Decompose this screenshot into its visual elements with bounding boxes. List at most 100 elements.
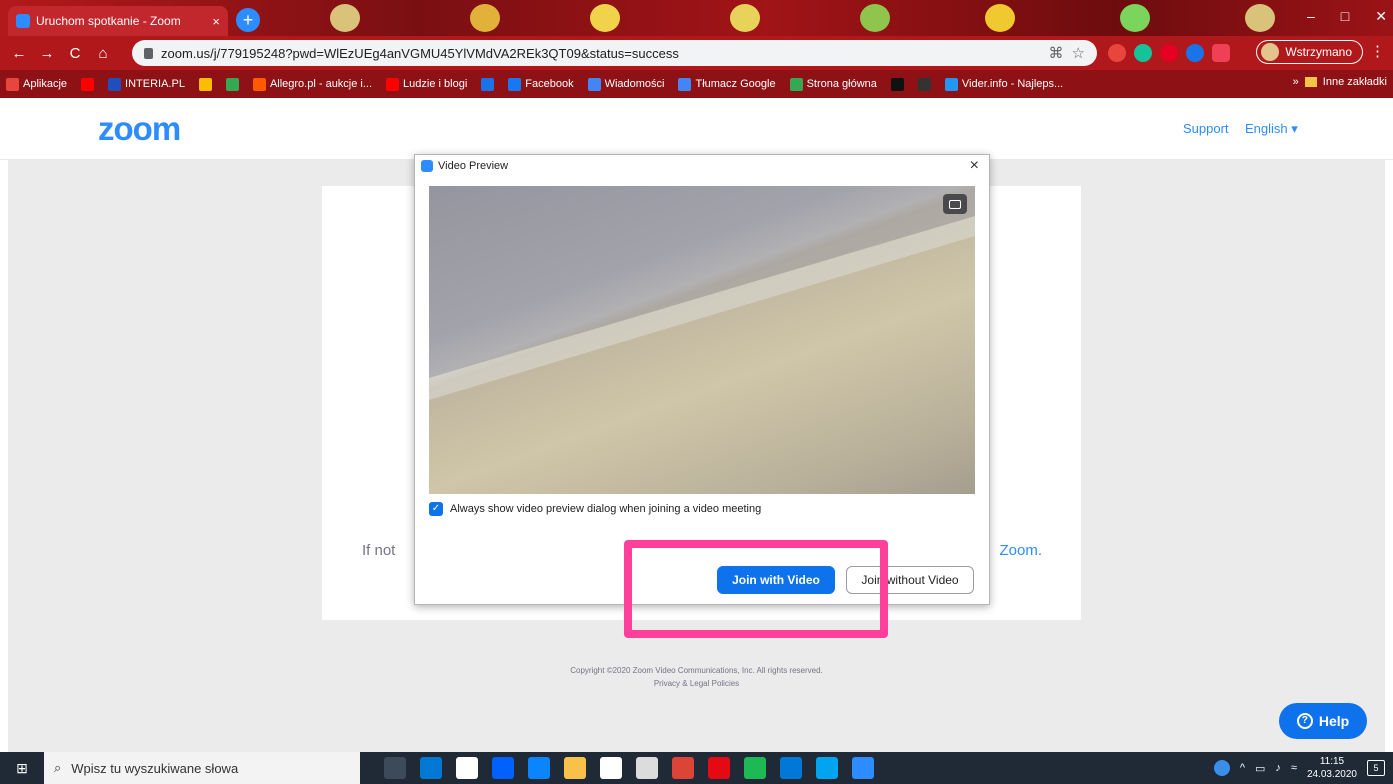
dialog-titlebar: Video Preview xyxy=(421,160,508,172)
url-text[interactable]: zoom.us/j/779195248?pwd=WlEzUEg4anVGMU45… xyxy=(161,46,1041,61)
tab-close-icon[interactable]: × xyxy=(212,14,220,29)
edge-taskbar-icon[interactable] xyxy=(780,757,802,779)
clock-date: 24.03.2020 xyxy=(1306,769,1357,780)
minimize-button[interactable]: ‒ xyxy=(1307,8,1315,25)
theme-decoration-icon xyxy=(985,4,1015,32)
always-show-checkbox[interactable]: ✓ xyxy=(429,502,443,516)
browser-tab[interactable]: Uruchom spotkanie - Zoom × xyxy=(8,6,228,36)
dialog-title: Video Preview xyxy=(438,160,509,172)
clock[interactable]: 11:15 24.03.2020 xyxy=(1307,755,1357,781)
bookmark-item[interactable]: Aplikacje xyxy=(6,77,68,91)
bookmark-item[interactable] xyxy=(890,77,904,91)
bookmark-favicon-icon xyxy=(108,77,122,91)
bookmark-item[interactable]: INTERIA.PL xyxy=(108,77,185,91)
battery-icon[interactable]: ▭ xyxy=(1255,762,1265,775)
bookmark-item[interactable]: Allegro.pl - aukcje i... xyxy=(252,77,372,91)
forward-arrow-icon[interactable]: → xyxy=(38,45,56,62)
bookmark-favicon-icon xyxy=(789,77,803,91)
bookmark-label: Aplikacje xyxy=(23,78,68,90)
bookmark-item[interactable]: Tłumacz Google xyxy=(678,77,776,91)
spotify-taskbar-icon[interactable] xyxy=(744,757,766,779)
bookmark-item[interactable]: Strona główna xyxy=(789,77,877,91)
bookmark-item[interactable]: Wiadomości xyxy=(587,77,665,91)
pinterest-extension-icon[interactable] xyxy=(1160,44,1178,62)
outlook-taskbar-icon[interactable] xyxy=(420,757,442,779)
translate-icon[interactable]: ⌘ xyxy=(1049,44,1064,62)
other-bookmarks[interactable]: Inne zakładki xyxy=(1323,76,1387,88)
home-icon[interactable]: ⌂ xyxy=(94,45,112,62)
tray-app-icon[interactable] xyxy=(1213,760,1230,776)
mail-taskbar-icon[interactable] xyxy=(528,757,550,779)
bookmark-item[interactable] xyxy=(917,77,931,91)
download-zoom-link[interactable]: Zoom. xyxy=(999,542,1042,559)
notifications-icon[interactable]: 5 xyxy=(1367,760,1385,776)
explorer-taskbar-icon[interactable] xyxy=(564,757,586,779)
bookmark-item[interactable]: Ludzie i blogi xyxy=(386,77,468,91)
bookmark-item[interactable] xyxy=(225,77,239,91)
dialog-close-icon[interactable]: × xyxy=(970,157,979,175)
folder-icon xyxy=(1304,77,1317,87)
always-show-preview-option[interactable]: ✓ Always show video preview dialog when … xyxy=(429,502,761,516)
maximize-button[interactable]: □ xyxy=(1341,8,1349,25)
wall-edge-shape xyxy=(429,186,975,400)
amazon-taskbar-icon[interactable] xyxy=(600,757,622,779)
wifi-icon[interactable]: ≈ xyxy=(1291,762,1297,774)
taskbar-apps xyxy=(384,757,874,779)
bookmark-label: Ludzie i blogi xyxy=(403,78,468,90)
highlight-annotation xyxy=(624,540,888,638)
theme-decoration-icon xyxy=(330,4,360,32)
grammarly-extension-icon[interactable] xyxy=(1134,44,1152,62)
clock-time: 11:15 xyxy=(1319,756,1345,767)
address-bar[interactable]: zoom.us/j/779195248?pwd=WlEzUEg4anVGMU45… xyxy=(132,40,1097,66)
netflix-taskbar-icon[interactable] xyxy=(708,757,730,779)
bookmark-item[interactable]: Vider.info - Najleps... xyxy=(944,77,1063,91)
search-placeholder: Wpisz tu wyszukiwane słowa xyxy=(71,760,239,776)
close-window-button[interactable]: ✕ xyxy=(1375,8,1387,25)
photos-taskbar-icon[interactable] xyxy=(816,757,838,779)
dropbox-taskbar-icon[interactable] xyxy=(492,757,514,779)
help-button[interactable]: ? Help xyxy=(1279,703,1367,739)
bookmark-favicon-icon xyxy=(6,77,19,91)
bookmark-item[interactable]: Facebook xyxy=(508,77,574,91)
document-taskbar-icon[interactable] xyxy=(636,757,658,779)
bookmark-item[interactable] xyxy=(81,77,95,91)
bookmark-favicon-icon xyxy=(252,77,266,91)
zoom-logo[interactable]: zoom xyxy=(98,110,181,148)
browser-tab-strip: Uruchom spotkanie - Zoom × + ‒ □ ✕ xyxy=(0,0,1393,36)
reload-icon[interactable]: C xyxy=(66,45,84,62)
start-button[interactable]: ⊞ xyxy=(0,752,44,784)
chrome-taskbar-icon[interactable] xyxy=(672,757,694,779)
zoom-app-icon xyxy=(421,160,433,172)
virtual-background-icon[interactable] xyxy=(943,194,967,214)
pocket-extension-icon[interactable] xyxy=(1212,44,1230,62)
new-tab-button[interactable]: + xyxy=(236,8,260,32)
privacy-link[interactable]: Privacy & Legal Policies xyxy=(8,677,1385,690)
bookmark-star-icon[interactable]: ☆ xyxy=(1072,44,1085,62)
profile-button[interactable]: Wstrzymano xyxy=(1256,40,1363,64)
zoom-taskbar-icon[interactable] xyxy=(852,757,874,779)
volume-icon[interactable]: ♪ xyxy=(1275,762,1281,774)
back-arrow-icon[interactable]: ← xyxy=(10,45,28,62)
bookmarks-more-icon[interactable]: » xyxy=(1293,76,1299,88)
bookmark-favicon-icon xyxy=(81,77,95,91)
taskbar-search[interactable]: ⌕ Wpisz tu wyszukiwane słowa xyxy=(44,752,360,784)
extension-icon[interactable] xyxy=(1186,44,1204,62)
store-taskbar-icon[interactable] xyxy=(456,757,478,779)
bookmark-favicon-icon xyxy=(678,77,692,91)
bookmark-label: INTERIA.PL xyxy=(125,78,185,90)
search-icon: ⌕ xyxy=(54,760,62,775)
theme-decoration-icon xyxy=(470,4,500,32)
bookmark-favicon-icon xyxy=(225,77,239,91)
theme-decoration-icon xyxy=(590,4,620,32)
support-link[interactable]: Support xyxy=(1183,121,1229,136)
help-label: Help xyxy=(1318,713,1350,729)
bookmark-label: Wiadomości xyxy=(604,78,665,90)
launch-text: If not xyxy=(362,542,396,559)
language-dropdown[interactable]: English ▾ xyxy=(1245,121,1298,137)
browser-menu-icon[interactable]: ⋮ xyxy=(1370,42,1385,60)
bookmark-item[interactable] xyxy=(198,77,212,91)
adblock-extension-icon[interactable] xyxy=(1108,44,1126,62)
task-view-taskbar-icon[interactable] xyxy=(384,757,406,779)
tray-arrow-icon[interactable]: ^ xyxy=(1240,762,1245,774)
bookmark-item[interactable] xyxy=(481,77,495,91)
